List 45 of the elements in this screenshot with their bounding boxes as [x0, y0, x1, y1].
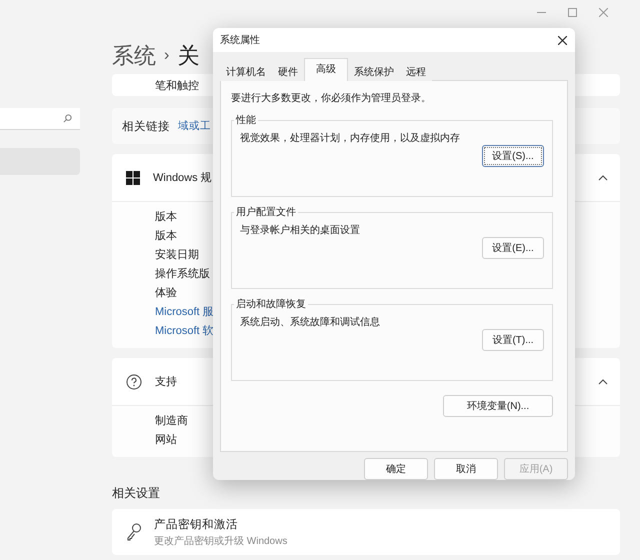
card-label: 笔和触控 — [155, 78, 199, 92]
group-title: 性能 — [234, 114, 257, 127]
dialog-button[interactable]: 确定 — [364, 458, 428, 480]
windows-logo-icon — [126, 170, 140, 184]
search-icon — [63, 114, 72, 123]
info-label: 安装日期 — [155, 248, 199, 262]
page-title: 关 — [177, 42, 200, 70]
settings-item[interactable]: 产品密钥和激活 更改产品密钥或升级 Windows — [112, 509, 620, 555]
help-icon — [126, 374, 142, 390]
section-title: 支持 — [155, 375, 177, 389]
info-label: 网站 — [155, 433, 177, 447]
group-title: 用户配置文件 — [235, 206, 297, 219]
related-link[interactable]: 域或工 — [178, 119, 211, 133]
info-link[interactable]: Microsoft 软 — [155, 323, 214, 338]
chevron-icon[interactable] — [598, 174, 608, 180]
info-label: 版本 — [155, 229, 177, 243]
maximize-icon[interactable] — [568, 8, 577, 16]
group-description: 与登录帐户相关的桌面设置 — [240, 224, 361, 237]
close-icon[interactable] — [558, 36, 567, 44]
settings-button[interactable]: 设置(S)... — [482, 145, 544, 167]
breadcrumb-parent[interactable]: 系统 — [112, 41, 156, 71]
info-label: 制造商 — [155, 414, 188, 428]
notice-text: 要进行大多数更改，你必须作为管理员登录。 — [231, 92, 432, 105]
item-title: 产品密钥和激活 — [154, 517, 239, 532]
group-description: 视觉效果，处理器计划，内存使用，以及虚拟内存 — [240, 132, 461, 145]
dialog-title: 系统属性 — [220, 34, 260, 47]
group-title: 启动和故障恢复 — [235, 298, 307, 311]
chevron-icon[interactable] — [598, 378, 608, 384]
dialog-button[interactable]: 取消 — [434, 458, 498, 480]
item-subtitle: 更改产品密钥或升级 Windows — [154, 534, 288, 548]
section-title: Windows 规 — [153, 171, 212, 185]
key-icon — [126, 523, 142, 541]
search-field[interactable] — [0, 108, 80, 130]
breadcrumb-separator: › — [164, 47, 170, 65]
info-label: 体验 — [155, 286, 177, 300]
info-label: 操作系统版 — [155, 266, 210, 281]
section-heading: 相关设置 — [112, 485, 161, 501]
settings-button[interactable]: 设置(E)... — [482, 237, 544, 259]
tab[interactable]: 高级 — [304, 58, 348, 81]
info-link[interactable]: Microsoft 服 — [155, 304, 214, 319]
related-links-label: 相关链接 — [122, 120, 170, 134]
info-label: 版本 — [155, 210, 177, 224]
settings-button[interactable]: 设置(T)... — [482, 329, 544, 351]
group-description: 系统启动、系统故障和调试信息 — [240, 316, 381, 329]
environment-variables-button[interactable]: 环境变量(N)... — [443, 395, 553, 417]
